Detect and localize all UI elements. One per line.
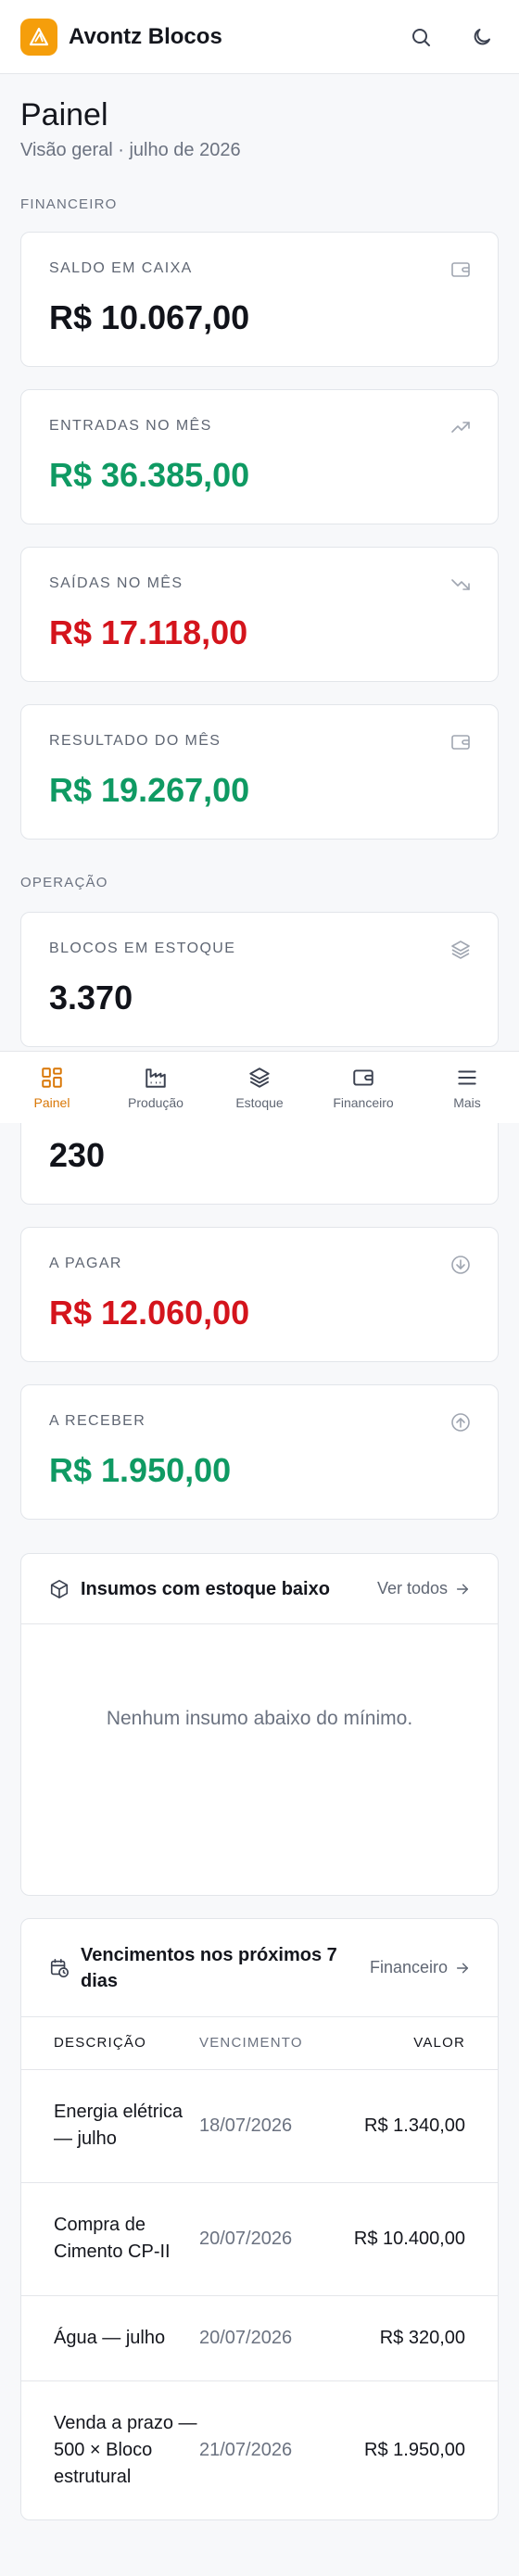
card-value: R$ 10.067,00 bbox=[49, 298, 250, 336]
card-value: R$ 36.385,00 bbox=[49, 456, 250, 494]
arrow-right-icon bbox=[456, 1584, 469, 1594]
section-label-financial: FINANCEIRO bbox=[20, 196, 118, 212]
row-due-date: 20/07/2026 bbox=[197, 2182, 336, 2296]
row-value: R$ 320,00 bbox=[336, 2295, 498, 2381]
wallet-icon bbox=[451, 262, 470, 277]
card-month-income[interactable]: ENTRADAS NO MÊS R$ 36.385,00 bbox=[20, 389, 499, 524]
factory-icon bbox=[146, 1067, 166, 1088]
dashboard-icon bbox=[42, 1067, 62, 1088]
row-description: Compra de Cimento CP-II bbox=[21, 2182, 197, 2296]
arrow-up-circle-icon bbox=[451, 1413, 470, 1432]
card-label: RESULTADO DO MÊS bbox=[49, 733, 222, 749]
dashboard-content: Painel Visão geral · julho de 2026 FINAN… bbox=[20, 74, 499, 2520]
top-bar: Avontz Blocos bbox=[0, 0, 519, 74]
row-description: Água — julho bbox=[21, 2295, 197, 2381]
row-due-date: 18/07/2026 bbox=[197, 2069, 336, 2183]
card-label: BLOCOS EM ESTOQUE bbox=[49, 941, 236, 956]
card-value: R$ 19.267,00 bbox=[49, 771, 250, 809]
card-month-result[interactable]: RESULTADO DO MÊS R$ 19.267,00 bbox=[20, 704, 499, 840]
bottom-navigation: Painel Produção Estoque Financeiro Mais bbox=[0, 1051, 519, 1123]
layers-icon bbox=[249, 1067, 270, 1088]
layers-icon bbox=[451, 941, 470, 959]
row-due-date: 21/07/2026 bbox=[199, 2439, 293, 2460]
link-label: Ver todos bbox=[376, 1579, 448, 1597]
row-value: R$ 1.950,00 bbox=[364, 2439, 465, 2460]
row-value: R$ 10.400,00 bbox=[336, 2182, 498, 2296]
card-value: R$ 12.060,00 bbox=[49, 1294, 250, 1332]
wallet-icon bbox=[451, 735, 470, 750]
card-receivable[interactable]: A RECEBER R$ 1.950,00 bbox=[20, 1384, 499, 1520]
card-value: 3.370 bbox=[49, 979, 133, 1017]
nav-item-more[interactable]: Mais bbox=[415, 1052, 519, 1123]
card-label: ENTRADAS NO MÊS bbox=[49, 418, 212, 434]
nav-label: Mais bbox=[453, 1094, 481, 1110]
card-value: 230 bbox=[49, 1136, 106, 1174]
card-payable[interactable]: A PAGAR R$ 12.060,00 bbox=[20, 1227, 499, 1362]
column-description: DESCRIÇÃO bbox=[21, 2017, 197, 2070]
nav-label: Painel bbox=[33, 1094, 70, 1110]
table-row[interactable]: Água — julho 20/07/2026 R$ 320,00 bbox=[21, 2295, 498, 2381]
theme-toggle-button[interactable] bbox=[465, 20, 499, 54]
empty-state-message: Nenhum insumo abaixo do mínimo. bbox=[106, 1708, 413, 1729]
menu-icon bbox=[458, 1070, 476, 1084]
panel-title: Insumos com estoque baixo bbox=[81, 1578, 330, 1599]
card-value: R$ 1.950,00 bbox=[49, 1451, 232, 1489]
due-payments-panel: Vencimentos nos próximos 7 dias Financei… bbox=[20, 1918, 499, 2520]
app-name: Avontz Blocos bbox=[69, 23, 222, 49]
row-value: R$ 1.340,00 bbox=[336, 2069, 498, 2183]
wallet-icon bbox=[353, 1068, 373, 1086]
card-label: A RECEBER bbox=[49, 1413, 146, 1429]
card-month-expenses[interactable]: SAÍDAS NO MÊS R$ 17.118,00 bbox=[20, 547, 499, 682]
arrow-right-icon bbox=[456, 1963, 469, 1973]
moon-icon bbox=[474, 28, 490, 44]
table-row[interactable]: Compra de Cimento CP-II 20/07/2026 R$ 10… bbox=[21, 2182, 498, 2296]
card-label: SALDO EM CAIXA bbox=[49, 260, 193, 276]
app-logo[interactable] bbox=[20, 18, 57, 56]
nav-label: Estoque bbox=[235, 1094, 284, 1110]
card-blocks-in-stock[interactable]: BLOCOS EM ESTOQUE 3.370 bbox=[20, 912, 499, 1047]
table-header-row: DESCRIÇÃO VENCIMENTO VALOR bbox=[21, 2017, 498, 2070]
due-payments-table: DESCRIÇÃO VENCIMENTO VALOR Energia elétr… bbox=[21, 2017, 498, 2519]
table-row[interactable]: Venda a prazo — 500 × Bloco estrutural 2… bbox=[21, 2380, 498, 2519]
nav-item-financial[interactable]: Financeiro bbox=[311, 1052, 415, 1123]
panel-header: Vencimentos nos próximos 7 dias Financei… bbox=[21, 1919, 498, 2017]
panel-title: Vencimentos nos próximos 7 dias bbox=[81, 1944, 337, 1991]
panel-header: Insumos com estoque baixo Ver todos bbox=[21, 1554, 498, 1624]
row-description: Energia elétrica — julho bbox=[21, 2069, 197, 2183]
trending-down-icon bbox=[451, 579, 470, 590]
page-title: Painel bbox=[20, 97, 108, 133]
low-stock-panel: Insumos com estoque baixo Ver todos Nenh… bbox=[20, 1553, 499, 1896]
nav-label: Produção bbox=[128, 1094, 184, 1110]
search-icon bbox=[412, 28, 430, 46]
column-due-date: VENCIMENTO bbox=[197, 2017, 336, 2070]
logo-icon bbox=[29, 27, 49, 45]
nav-item-dashboard[interactable]: Painel bbox=[0, 1052, 104, 1123]
table-row[interactable]: Energia elétrica — julho 18/07/2026 R$ 1… bbox=[21, 2069, 498, 2183]
arrow-down-circle-icon bbox=[451, 1256, 470, 1274]
nav-label: Financeiro bbox=[333, 1094, 394, 1110]
card-cash-balance[interactable]: SALDO EM CAIXA R$ 10.067,00 bbox=[20, 232, 499, 367]
card-label: A PAGAR bbox=[49, 1256, 122, 1271]
card-label: SAÍDAS NO MÊS bbox=[49, 575, 184, 591]
package-icon bbox=[50, 1579, 69, 1598]
view-all-link[interactable]: Ver todos bbox=[377, 1579, 470, 1598]
section-label-operation: OPERAÇÃO bbox=[20, 875, 108, 890]
calendar-clock-icon bbox=[50, 1958, 69, 1977]
page-subtitle: Visão geral · julho de 2026 bbox=[20, 140, 241, 160]
row-due-date: 20/07/2026 bbox=[197, 2295, 336, 2381]
row-description: Venda a prazo — 500 × Bloco estrutural bbox=[54, 2412, 197, 2487]
search-button[interactable] bbox=[404, 20, 437, 54]
column-value: VALOR bbox=[336, 2017, 498, 2070]
nav-item-production[interactable]: Produção bbox=[104, 1052, 208, 1123]
card-value: R$ 17.118,00 bbox=[49, 613, 248, 651]
trending-up-icon bbox=[451, 422, 470, 433]
nav-item-stock[interactable]: Estoque bbox=[208, 1052, 311, 1123]
financial-link[interactable]: Financeiro bbox=[370, 1958, 470, 1977]
link-label: Financeiro bbox=[369, 1958, 448, 1976]
